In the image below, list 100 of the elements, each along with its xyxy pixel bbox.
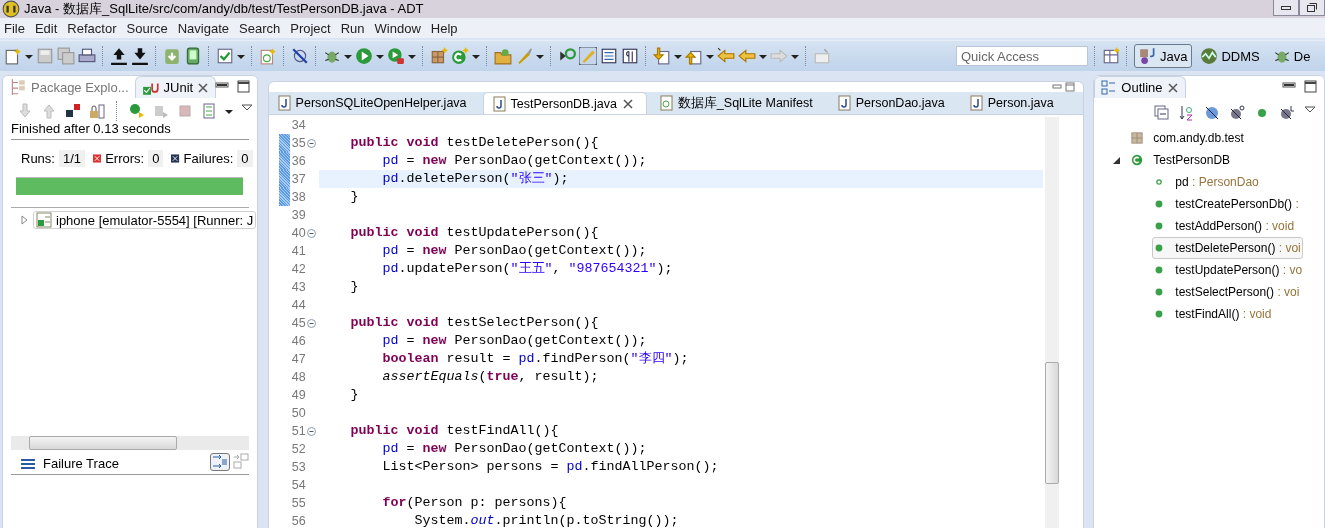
outline-item[interactable]: com.andy.db.test xyxy=(1130,127,1246,149)
hide-local-icon[interactable] xyxy=(1279,105,1296,121)
close-icon[interactable] xyxy=(621,97,634,110)
perspective-button[interactable]: Java xyxy=(1134,44,1193,68)
outline-item[interactable]: testSelectPerson() : voi xyxy=(1152,281,1302,303)
hide-fields-icon[interactable] xyxy=(1204,105,1221,121)
vertical-scrollbar[interactable] xyxy=(1044,117,1059,528)
next-annotation-icon[interactable] xyxy=(653,47,671,65)
menu-item[interactable]: Refactor xyxy=(65,20,125,36)
outline-item[interactable]: pd : PersonDao xyxy=(1152,171,1261,193)
line-number: 45 xyxy=(290,316,306,330)
outline-item[interactable]: testFindAll() : void xyxy=(1152,303,1274,325)
code-line: System.out.println(p.toString()); xyxy=(413,512,680,528)
crossed-circle-icon[interactable] xyxy=(291,47,309,65)
device-icon[interactable] xyxy=(184,47,202,65)
line-number: 54 xyxy=(290,478,306,492)
line-number: 53 xyxy=(290,460,306,474)
outline-item[interactable]: testDeletePerson() : voi xyxy=(1152,237,1303,259)
editor-tab[interactable]: PersonSQLiteOpenHelper.java xyxy=(268,92,479,114)
editor-tab[interactable]: TestPersonDB.java xyxy=(482,92,647,114)
menu-item[interactable]: Project xyxy=(288,20,339,36)
checkbox-icon[interactable] xyxy=(216,47,234,65)
upload-icon[interactable] xyxy=(110,47,128,65)
code-line: pd = new PersonDao(getContext()); xyxy=(381,332,648,350)
horizontal-scrollbar[interactable] xyxy=(11,436,249,450)
rerun-icon[interactable] xyxy=(129,103,145,119)
filter-stack-button[interactable] xyxy=(209,453,230,471)
panel-tab[interactable]: JUnit xyxy=(134,76,217,98)
test-suite-icon xyxy=(36,212,52,228)
maximize-icon[interactable] xyxy=(1304,80,1318,94)
fold-icon[interactable] xyxy=(306,228,316,238)
menu-item[interactable]: Run xyxy=(338,20,373,36)
code-line: boolean result = pd.findPerson("李四"); xyxy=(381,350,690,368)
editor-tab[interactable]: PersonDao.java xyxy=(828,92,957,114)
quick-access-field[interactable]: Quick Access xyxy=(956,46,1088,66)
fold-icon[interactable] xyxy=(306,426,316,436)
restore-button[interactable] xyxy=(1299,0,1325,16)
minimize-button[interactable] xyxy=(1273,0,1299,16)
menu-item[interactable]: File xyxy=(2,20,33,36)
package-icon xyxy=(1131,132,1144,144)
editor-tab[interactable]: 数据库_SqlLite Manifest xyxy=(650,92,825,114)
panel-tab[interactable]: Package Explo... xyxy=(3,76,135,98)
paragraph-icon[interactable] xyxy=(621,47,639,65)
download-icon[interactable] xyxy=(131,47,149,65)
line-number: 40 xyxy=(290,226,306,240)
line-number: 41 xyxy=(290,244,306,258)
menu-item[interactable]: Edit xyxy=(32,20,66,36)
run-icon[interactable] xyxy=(355,47,373,65)
new-file-icon[interactable] xyxy=(4,47,22,65)
line-number: 51 xyxy=(290,424,306,438)
fold-icon[interactable] xyxy=(306,318,316,328)
line-number: 35 xyxy=(290,136,306,150)
perspective-button[interactable]: DDMS xyxy=(1195,44,1265,68)
lock-icon[interactable] xyxy=(89,103,105,119)
fold-icon[interactable] xyxy=(306,138,316,148)
open-perspective-icon[interactable] xyxy=(1102,47,1120,65)
new-package-icon[interactable] xyxy=(430,47,448,65)
code-line: pd = new PersonDao(getContext()); xyxy=(381,152,648,170)
line-number: 50 xyxy=(290,406,306,420)
menu-item[interactable]: Search xyxy=(237,20,289,36)
status-text: Finished after 0.13 seconds xyxy=(11,120,249,140)
java-file-icon xyxy=(491,95,506,112)
error-marker-icon[interactable] xyxy=(65,103,81,119)
code-line: for(Person p: persons){ xyxy=(381,494,568,512)
print-icon[interactable] xyxy=(78,47,96,65)
close-icon[interactable] xyxy=(197,81,210,94)
outline-item[interactable]: testCreatePersonDb() : xyxy=(1152,193,1301,215)
new-class-icon[interactable] xyxy=(451,47,469,65)
run-tool-icon[interactable] xyxy=(387,47,405,65)
editor-tab[interactable]: Person.java xyxy=(960,92,1066,114)
perspective-button[interactable]: De xyxy=(1267,44,1316,68)
line-number: 56 xyxy=(290,514,306,528)
window-title: Java - 数据库_SqlLite/src/com/andy/db/test/TestPersonDB.java - ADT xyxy=(24,0,424,18)
outline-item[interactable]: TestPersonDB xyxy=(1130,149,1233,171)
counter-label: Runs: xyxy=(21,151,55,166)
collapse-all-icon[interactable] xyxy=(1154,105,1171,121)
code-line: } xyxy=(349,386,360,404)
tree-item[interactable]: iphone [emulator-5554] [Runner: J xyxy=(33,211,257,229)
block-icon[interactable] xyxy=(600,47,618,65)
java-file-icon xyxy=(836,95,851,111)
close-icon[interactable] xyxy=(1166,81,1179,94)
maximize-icon[interactable] xyxy=(236,80,251,94)
failure-trace-icon xyxy=(21,457,35,470)
line-number: 43 xyxy=(290,280,306,294)
menu-item[interactable]: Navigate xyxy=(175,20,237,36)
java-perspective-icon xyxy=(1139,47,1157,65)
counter-value: 1/1 xyxy=(58,150,86,167)
menu-item[interactable]: Window xyxy=(372,20,429,36)
menu-item[interactable]: Source xyxy=(124,20,176,36)
new-test-icon[interactable] xyxy=(259,47,277,65)
app-icon xyxy=(2,0,20,18)
line-number: 44 xyxy=(290,298,306,312)
hide-static-icon[interactable] xyxy=(1229,105,1246,121)
open-folder-icon[interactable] xyxy=(494,47,512,65)
outline-item[interactable]: testAddPerson() : void xyxy=(1152,215,1297,237)
code-line: } xyxy=(349,278,360,296)
outline-item[interactable]: testUpdatePerson() : vo xyxy=(1152,259,1305,281)
menu-item[interactable]: Help xyxy=(428,20,466,36)
panel-tab[interactable]: Outline xyxy=(1094,76,1186,98)
expand-arrow-icon[interactable] xyxy=(1113,155,1122,165)
